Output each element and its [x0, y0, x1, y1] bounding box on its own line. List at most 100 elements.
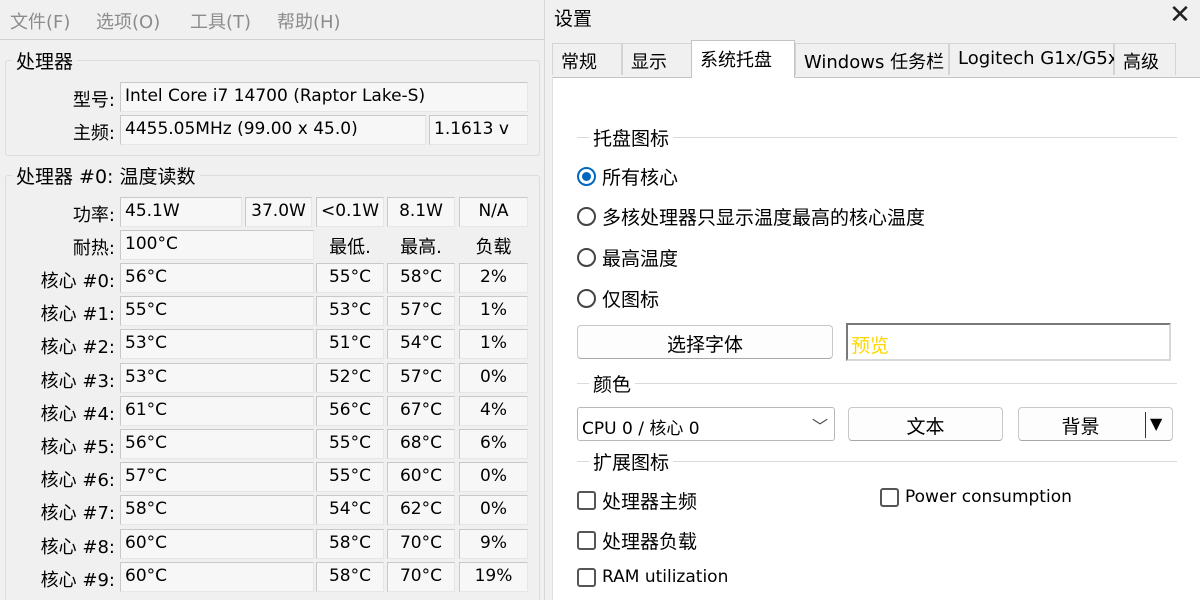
checkbox-cpu-frequency-label: 处理器主频 — [602, 491, 698, 513]
core-load: 2% — [459, 263, 528, 293]
core-min: 56°C — [316, 396, 384, 426]
core-max: 60°C — [387, 462, 455, 492]
power-value-dram: 8.1W — [387, 197, 455, 227]
voltage-value: 1.1613 v — [429, 115, 528, 145]
core-min: 55°C — [316, 462, 384, 492]
core-load: 4% — [459, 396, 528, 426]
checkbox-cpu-load-box[interactable] — [577, 531, 596, 550]
system-tray-panel: 托盘图标 所有核心 多核处理器只显示温度最高的核心温度 最高温度 仅图标 选择字… — [552, 77, 1200, 600]
radio-all-cores[interactable]: 所有核心 — [577, 163, 678, 190]
checkbox-cpu-load[interactable]: 处理器负载 — [577, 527, 697, 554]
core-temp: 56°C — [120, 263, 314, 293]
checkbox-power-consumption-box[interactable] — [880, 487, 899, 507]
core-temp: 53°C — [120, 329, 314, 359]
text-color-button[interactable]: 文本 — [848, 407, 1003, 441]
core-max: 62°C — [387, 495, 455, 525]
tab-system-tray[interactable]: 系统托盘 — [691, 40, 795, 78]
radio-all-cores-button[interactable] — [577, 167, 596, 186]
radio-highest-core-only[interactable]: 多核处理器只显示温度最高的核心温度 — [577, 203, 925, 230]
tab-advanced[interactable]: 高级 — [1114, 43, 1176, 75]
core-min: 51°C — [316, 329, 384, 359]
color-target-select[interactable]: CPU 0 / 核心 0 ﹀ — [577, 407, 835, 441]
radio-highest-core-only-button[interactable] — [577, 207, 596, 226]
checkbox-power-consumption[interactable]: Power consumption — [880, 487, 1072, 507]
checkbox-ram-utilization-label: RAM utilization — [602, 567, 729, 587]
core-load: 1% — [459, 329, 528, 359]
menu-help[interactable]: 帮助(H) — [277, 8, 341, 34]
power-value-na: N/A — [459, 197, 528, 227]
dropdown-arrow-icon[interactable]: ▼ — [1150, 414, 1162, 433]
core-temp: 57°C — [120, 462, 314, 492]
core-label: 核心 #7: — [40, 503, 115, 524]
core-temp: 60°C — [120, 562, 314, 592]
core-temp: 56°C — [120, 429, 314, 459]
core-min: 54°C — [316, 495, 384, 525]
checkbox-ram-utilization[interactable]: RAM utilization — [577, 567, 728, 587]
core-temp: 58°C — [120, 495, 314, 525]
model-label: 型号: — [72, 90, 115, 111]
radio-icon-only[interactable]: 仅图标 — [577, 285, 659, 312]
core-temp: 53°C — [120, 363, 314, 393]
background-color-button-label: 背景 — [1061, 416, 1100, 438]
background-color-button[interactable]: 背景 ▼ — [1018, 407, 1173, 441]
core-label: 核心 #8: — [40, 537, 115, 558]
tab-general[interactable]: 常规 — [552, 43, 622, 75]
radio-max-temp-button[interactable] — [577, 248, 596, 267]
processor-group-title: 处理器 — [12, 47, 78, 74]
radio-icon-only-label: 仅图标 — [602, 289, 660, 311]
core-label: 核心 #1: — [40, 304, 115, 325]
core-min: 52°C — [316, 363, 384, 393]
menu-bar: 文件(F) 选项(O) 工具(T) 帮助(H) — [0, 0, 545, 40]
tab-display[interactable]: 显示 — [622, 43, 692, 75]
core-load: 0% — [459, 363, 528, 393]
tjmax-label: 耐热: — [72, 238, 115, 259]
power-value-package: 45.1W — [120, 197, 242, 227]
core-load: 0% — [459, 495, 528, 525]
color-section-title: 颜色 — [589, 370, 636, 397]
close-icon[interactable]: ✕ — [1166, 2, 1194, 30]
radio-highest-core-only-label: 多核处理器只显示温度最高的核心温度 — [602, 207, 926, 229]
tab-logitech[interactable]: Logitech G1x/G5xx — [949, 43, 1129, 75]
menu-tools[interactable]: 工具(T) — [190, 8, 251, 34]
core-min: 55°C — [316, 429, 384, 459]
core-min: 58°C — [316, 562, 384, 592]
core-max: 58°C — [387, 263, 455, 293]
core-temp: 55°C — [120, 296, 314, 326]
power-label: 功率: — [72, 205, 115, 226]
core-max: 54°C — [387, 329, 455, 359]
checkbox-cpu-load-label: 处理器负载 — [602, 531, 698, 553]
core-max: 67°C — [387, 396, 455, 426]
checkbox-cpu-frequency-box[interactable] — [577, 491, 596, 510]
core-label: 核心 #4: — [40, 404, 115, 425]
core-label: 核心 #6: — [40, 470, 115, 491]
radio-max-temp[interactable]: 最高温度 — [577, 244, 678, 271]
menu-file[interactable]: 文件(F) — [10, 8, 70, 34]
checkbox-ram-utilization-box[interactable] — [577, 567, 596, 587]
core-temp-window: 文件(F) 选项(O) 工具(T) 帮助(H) 处理器 型号: Intel Co… — [0, 0, 545, 600]
core-min: 55°C — [316, 263, 384, 293]
core-min: 53°C — [316, 296, 384, 326]
core-label: 核心 #3: — [40, 371, 115, 392]
header-max: 最高. — [400, 237, 442, 258]
model-value: Intel Core i7 14700 (Raptor Lake-S) — [120, 82, 528, 112]
chevron-down-icon: ﹀ — [811, 417, 828, 436]
radio-icon-only-button[interactable] — [577, 289, 596, 308]
core-max: 57°C — [387, 296, 455, 326]
color-divider — [577, 383, 1177, 384]
core-label: 核心 #9: — [40, 570, 115, 591]
core-label: 核心 #5: — [40, 437, 115, 458]
core-label: 核心 #0: — [40, 271, 115, 292]
select-font-button[interactable]: 选择字体 — [577, 325, 833, 359]
menu-options[interactable]: 选项(O) — [96, 8, 160, 34]
checkbox-cpu-frequency[interactable]: 处理器主频 — [577, 487, 697, 514]
tab-windows-taskbar[interactable]: Windows 任务栏 — [795, 43, 949, 75]
core-max: 57°C — [387, 363, 455, 393]
header-load: 负载 — [475, 237, 512, 258]
core-max: 70°C — [387, 562, 455, 592]
core-temp: 60°C — [120, 529, 314, 559]
frequency-value: 4455.05MHz (99.00 x 45.0) — [120, 115, 426, 145]
temperature-group-title: 处理器 #0: 温度读数 — [12, 162, 200, 189]
font-preview: 预览 — [846, 323, 1171, 361]
header-min: 最低. — [329, 237, 371, 258]
power-value-cores: 37.0W — [245, 197, 312, 227]
